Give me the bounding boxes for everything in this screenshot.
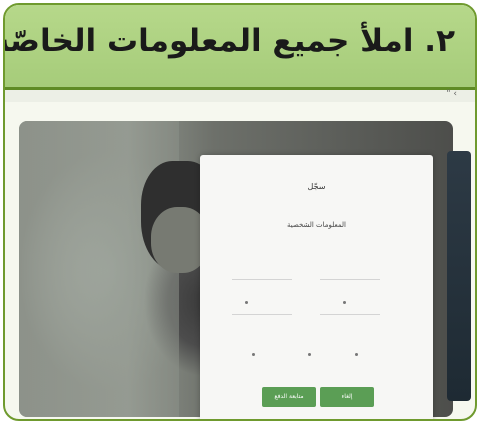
field-marker xyxy=(245,301,248,304)
continue-button[interactable]: متابعة الدفع xyxy=(262,387,316,407)
field-marker xyxy=(355,353,358,356)
dialog-title: سجّل xyxy=(307,182,326,191)
screenshot-frame: ٢. املأ جميع المعلومات الخاصّة بك. " ‹ س… xyxy=(3,3,477,421)
video-blur xyxy=(19,121,179,417)
email-field[interactable] xyxy=(232,300,292,315)
side-panel xyxy=(447,151,471,401)
field-marker xyxy=(252,353,255,356)
instruction-title: ٢. املأ جميع المعلومات الخاصّة بك. xyxy=(5,23,455,59)
last-name-field[interactable] xyxy=(320,265,380,280)
field-marker xyxy=(308,353,311,356)
toolbar-controls: " ‹ xyxy=(446,89,457,99)
dialog-subtitle: المعلومات الشخصية xyxy=(287,221,346,229)
first-name-field[interactable] xyxy=(232,265,292,280)
instruction-banner: ٢. املأ جميع المعلومات الخاصّة بك. xyxy=(5,5,475,90)
browser-toolbar: " ‹ xyxy=(5,89,475,102)
phone-field[interactable] xyxy=(320,300,380,315)
field-marker xyxy=(343,301,346,304)
cancel-button[interactable]: إلغاء xyxy=(320,387,374,407)
signup-dialog: سجّل المعلومات الشخصية متابعة الدفع إلغا… xyxy=(200,155,433,419)
